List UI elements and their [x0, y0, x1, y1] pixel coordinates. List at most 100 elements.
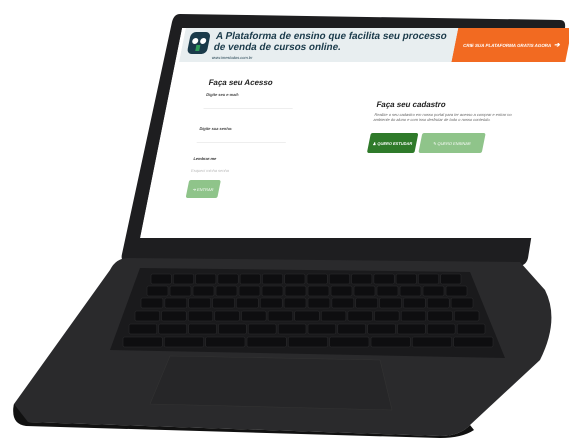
teach-label: QUERO ENSINAR: [437, 140, 472, 146]
email-label: Digite seu e-mail:: [205, 92, 240, 97]
keyboard-key: [379, 297, 402, 309]
keyboard-key: [427, 323, 456, 335]
keyboard-key: [214, 310, 240, 322]
keyboard-key: [331, 297, 355, 309]
keyboard-key: [373, 273, 395, 285]
keyboard-key: [440, 273, 462, 285]
banner-headline: A Plataforma de ensino que facilita seu …: [212, 31, 448, 53]
keyboard-key: [355, 297, 378, 309]
keyboard-key: [288, 336, 328, 348]
keyboard-key: [260, 297, 283, 309]
keyboard-key: [205, 336, 246, 348]
keyboard-key: [427, 297, 450, 309]
owl-logo-icon: [186, 32, 211, 54]
keyboard-key: [284, 273, 306, 285]
keyboard-key: [215, 285, 238, 297]
promo-banner: A Plataforma de ensino que facilita seu …: [179, 28, 569, 62]
password-label: Digite sua senha:: [199, 126, 233, 131]
create-platform-label: CRIE SUA PLATAFORMA GRATIS AGORA: [462, 42, 552, 48]
arrow-right-icon: ➔: [553, 42, 561, 49]
register-description: Realize o seu cadastro em nosso portal p…: [373, 112, 513, 122]
keyboard-key: [195, 273, 217, 285]
keyboard-key: [399, 285, 422, 297]
keyboard-key: [403, 297, 426, 309]
keyboard-key: [284, 285, 307, 297]
keyboard-key: [412, 336, 452, 348]
keyboard-key: [376, 285, 399, 297]
keyboard-key: [146, 285, 169, 297]
register-title: Faça seu cadastro: [375, 100, 447, 109]
keyboard-key: [267, 310, 293, 322]
laptop-screen: A Plataforma de ensino que facilita seu …: [140, 28, 569, 238]
keyboard-key: [134, 310, 160, 322]
keyboard-key: [236, 297, 259, 309]
remember-me-checkbox[interactable]: Lembrar-me: [193, 156, 217, 161]
keyboard-key: [374, 310, 400, 322]
keyboard-key: [427, 310, 453, 322]
keyboard-key: [353, 285, 376, 297]
keyboard-key: [453, 336, 494, 348]
keyboard-key: [370, 336, 411, 348]
keyboard-key: [294, 310, 320, 322]
keyboard-key: [241, 310, 267, 322]
keyboard-key: [321, 310, 347, 322]
keyboard-key: [188, 297, 211, 309]
login-title: Faça seu Acesso: [207, 78, 274, 87]
keyboard-key: [307, 323, 337, 335]
keyboard-key: [248, 323, 277, 335]
keyboard-key: [329, 336, 370, 348]
keyboard-key: [456, 323, 486, 335]
keyboard-key: [164, 297, 188, 309]
keyboard-key: [283, 297, 307, 309]
webpage: A Plataforma de ensino que facilita seu …: [140, 28, 569, 238]
keyboard-key: [122, 336, 163, 348]
keyboard-key: [418, 273, 439, 285]
keyboard-key: [445, 285, 468, 297]
keyboard-key: [169, 285, 192, 297]
study-label: QUERO ESTUDAR: [377, 140, 413, 146]
keyboard-key: [140, 297, 164, 309]
keyboard-key: [188, 323, 217, 335]
keyboard-key: [450, 297, 474, 309]
enter-button[interactable]: ➔ ENTRAR: [185, 180, 221, 198]
keyboard-key: [164, 336, 204, 348]
keyboard-key: [239, 273, 261, 285]
trackpad: [149, 355, 393, 411]
keyboard-key: [262, 273, 283, 285]
keyboard-key: [367, 323, 396, 335]
keyboard-key: [397, 323, 426, 335]
forgot-password-link[interactable]: Esqueci minha senha: [191, 168, 230, 173]
keyboard-key: [192, 285, 215, 297]
keyboard-key: [161, 310, 187, 322]
keyboard-key: [128, 323, 158, 335]
keyboard-key: [351, 273, 373, 285]
create-platform-button[interactable]: CRIE SUA PLATAFORMA GRATIS AGORA ➔: [451, 28, 569, 62]
keyboard-key: [395, 273, 417, 285]
keyboard-key: [307, 285, 330, 297]
keyboard-key: [246, 336, 287, 348]
keyboard-key: [218, 323, 247, 335]
keyboard-key: [217, 273, 239, 285]
banner-url: www.imestudos.com.br: [211, 55, 253, 60]
banner-left: A Plataforma de ensino que facilita seu …: [179, 28, 459, 62]
keyboard-key: [329, 273, 350, 285]
keyboard-key: [173, 273, 194, 285]
keyboard-key: [212, 297, 235, 309]
want-to-study-button[interactable]: ♟ QUERO ESTUDAR: [366, 133, 419, 153]
keyboard-key: [400, 310, 427, 322]
enter-label: ENTRAR: [196, 186, 215, 192]
keyboard-key: [347, 310, 373, 322]
keyboard-key: [277, 323, 307, 335]
keyboard-key: [150, 273, 172, 285]
email-field[interactable]: [203, 108, 293, 109]
password-field[interactable]: [196, 142, 286, 143]
keyboard-key: [454, 310, 480, 322]
keyboard-key: [187, 310, 214, 322]
want-to-teach-button[interactable]: ✎ QUERO ENSINAR: [418, 133, 486, 153]
keyboard-key: [158, 323, 187, 335]
keyboard-key: [238, 285, 261, 297]
keyboard-key: [330, 285, 353, 297]
keyboard-key: [422, 285, 445, 297]
keyboard-key: [337, 323, 366, 335]
keyboard-key: [306, 273, 328, 285]
